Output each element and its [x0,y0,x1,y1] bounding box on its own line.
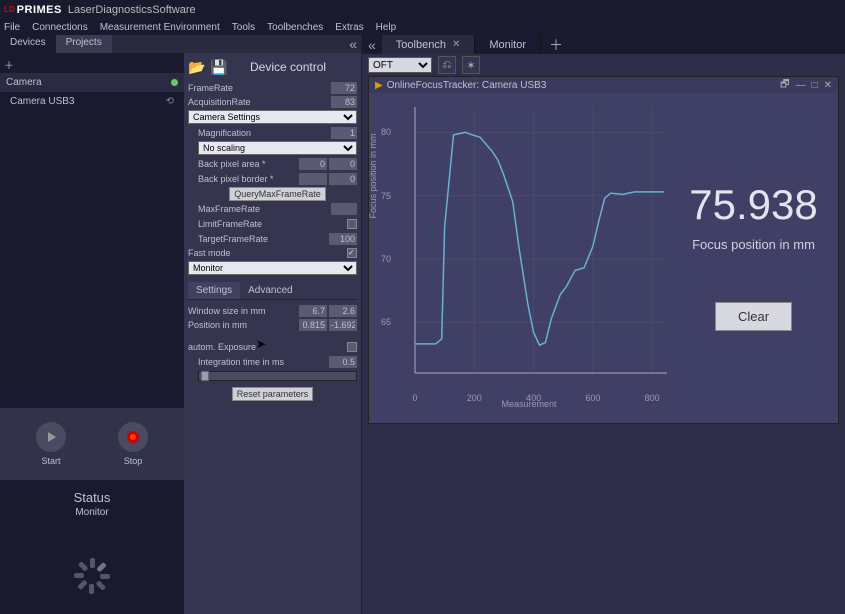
flag-icon: ▶ [375,80,383,91]
menu-help[interactable]: Help [376,22,397,33]
add-tab-button[interactable]: ＋ [541,35,571,55]
right-panel: « Toolbench✕ Monitor ＋ OFT ⎌ ✶ ▶ OnlineF… [362,35,845,614]
stop-label: Stop [118,456,148,466]
back-pixel-area-label: Back pixel area * [198,159,299,169]
magnification-label: Magnification [198,128,331,138]
readout-label: Focus position in mm [692,237,815,252]
toolbar-icon-1[interactable]: ⎌ [438,56,456,74]
maxframerate-value [331,203,357,215]
left-panel: Devices Projects ＋ Camera Camera USB3 ⟲ … [0,35,184,614]
chart-area: Focus position in mm 65707580 0200400600… [379,101,679,411]
status-dot-icon [171,79,178,86]
menu-extras[interactable]: Extras [335,22,363,33]
open-icon[interactable]: 📂 [188,58,206,76]
pin-icon[interactable]: 🗗 [780,77,789,94]
chart-title: OnlineFocusTracker: Camera USB3 [387,80,547,91]
y-axis-label: Focus position in mm [368,133,378,218]
status-title: Status [0,490,184,505]
stop-button[interactable] [118,422,148,452]
maximize-icon[interactable]: □ [812,80,818,91]
bpb-b-input[interactable] [329,173,357,185]
pos-b-input[interactable] [329,319,357,331]
line-chart [393,101,673,391]
menubar: File Connections Measurement Environment… [0,19,845,35]
add-device-button[interactable]: ＋ [0,55,18,73]
menu-measurement-env[interactable]: Measurement Environment [100,22,220,33]
bpa-b-input[interactable] [329,158,357,170]
save-icon[interactable]: 💾 [210,58,228,76]
targetframerate-input[interactable] [329,233,357,245]
monitor-select[interactable]: Monitor [188,261,357,275]
position-mm-label: Position in mm [188,320,299,330]
panel-title: Device control [250,60,326,74]
spinner-icon [74,558,110,594]
play-icon [48,432,56,442]
device-control-panel: « 📂 💾 Device control FrameRate Acquisiti… [184,35,362,614]
reset-parameters-button[interactable]: Reset parameters [232,387,314,401]
magnification-input[interactable] [331,127,357,139]
window-size-label: Window size in mm [188,306,299,316]
close-icon[interactable]: ✕ [452,39,460,50]
close-window-icon[interactable]: ✕ [824,80,832,91]
framerate-value [331,82,357,94]
limitframerate-label: LimitFrameRate [198,219,347,229]
inttime-input[interactable] [329,356,357,368]
readout-value: 75.938 [689,181,817,229]
menu-connections[interactable]: Connections [32,22,88,33]
chart-window: ▶ OnlineFocusTracker: Camera USB3 🗗 — □ … [368,76,839,424]
acqrate-value [331,96,357,108]
tab-devices[interactable]: Devices [0,35,56,53]
pos-a-input[interactable] [299,319,327,331]
device-group-label: Camera [6,77,42,88]
device-item-camera-usb3[interactable]: Camera USB3 ⟲ [0,92,184,111]
collapse-right-icon[interactable]: « [362,37,382,53]
refresh-icon[interactable]: ⟲ [166,96,174,107]
clear-button[interactable]: Clear [715,302,792,331]
menu-file[interactable]: File [4,22,20,33]
status-sub: Monitor [0,507,184,518]
minimize-icon[interactable]: — [796,80,806,91]
ws-a-input[interactable] [299,305,327,317]
subtab-advanced[interactable]: Advanced [240,282,300,299]
acqrate-label: AcquisitionRate [188,97,331,107]
brand: PRIMES [17,4,62,16]
inttime-label: Integration time in ms [198,357,329,367]
framerate-label: FrameRate [188,83,331,93]
bpa-a-input[interactable] [299,158,327,170]
menu-toolbenches[interactable]: Toolbenches [267,22,323,33]
stop-icon [127,431,139,443]
autoexp-label: autom. Exposure [188,342,347,352]
fastmode-checkbox[interactable] [347,248,357,258]
titlebar: LD PRIMES LaserDiagnosticsSoftware [0,0,845,19]
bpb-a-input[interactable] [299,173,327,185]
targetframerate-label: TargetFrameRate [198,234,329,244]
device-group-camera[interactable]: Camera [0,73,184,92]
fastmode-label: Fast mode [188,248,347,258]
autoexp-checkbox[interactable] [347,342,357,352]
tab-monitor[interactable]: Monitor [475,35,541,54]
camera-settings-select[interactable]: Camera Settings [188,110,357,124]
app-subtitle: LaserDiagnosticsSoftware [68,4,196,16]
inttime-slider[interactable] [198,371,357,381]
ws-b-input[interactable] [329,305,357,317]
oft-select[interactable]: OFT [368,57,432,73]
start-label: Start [36,456,66,466]
logo-badge: LD [4,5,15,14]
device-item-label: Camera USB3 [10,96,74,107]
x-axis-label: Measurement [379,399,679,409]
slider-thumb[interactable] [201,371,209,381]
tab-toolbench[interactable]: Toolbench✕ [382,35,476,54]
toolbar-icon-2[interactable]: ✶ [462,56,480,74]
start-button[interactable] [36,422,66,452]
menu-tools[interactable]: Tools [232,22,255,33]
maxframerate-label: MaxFrameRate [198,204,331,214]
collapse-left-icon[interactable]: « [345,36,361,52]
tab-projects[interactable]: Projects [56,35,112,53]
query-max-framerate-button[interactable]: QueryMaxFrameRate [229,187,326,201]
scaling-select[interactable]: No scaling [198,141,357,155]
back-pixel-border-label: Back pixel border * [198,174,299,184]
limitframerate-checkbox[interactable] [347,219,357,229]
subtab-settings[interactable]: Settings [188,282,240,299]
